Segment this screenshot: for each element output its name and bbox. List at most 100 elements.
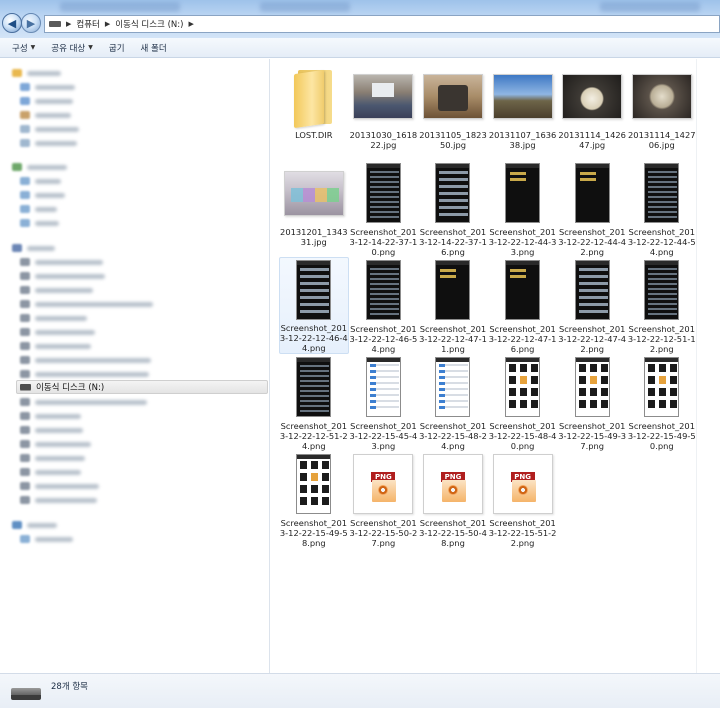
photo-thumbnail-icon [422,73,483,119]
file-item[interactable]: Screenshot_2013-12-22-12-44-54.png [627,160,697,257]
folder-icon [20,83,30,91]
photo-thumbnail-icon [562,73,623,119]
nav-item[interactable] [20,533,73,545]
nav-item[interactable] [20,424,83,436]
file-item[interactable]: Screenshot_2013-12-22-12-51-12.png [627,257,697,354]
breadcrumb-removable-disk[interactable]: 이동식 디스크 (N:) [115,18,183,30]
back-button[interactable]: ◀ [2,13,22,33]
screenshot-thumbnail-icon [365,260,401,320]
file-name: Screenshot_2013-12-22-12-51-12.png [627,324,696,354]
breadcrumb-computer[interactable]: 컴퓨터 [76,18,99,30]
file-list-pane[interactable]: LOST.DIR 20131030_161822.jpg 20131105_1823… [271,59,696,673]
nav-item[interactable] [20,480,99,492]
file-item[interactable]: Screenshot_2013-12-22-12-44-42.png [557,160,627,257]
file-item[interactable]: Screenshot_2013-12-22-12-46-44.png [279,257,349,354]
drive-icon [20,286,30,294]
file-item[interactable]: Screenshot_2013-12-22-15-45-43.png [349,354,419,451]
nav-item[interactable] [20,175,61,187]
file-item[interactable]: PNG Screenshot_2013-12-22-15-50-27.png [349,451,419,548]
file-name: Screenshot_2013-12-14-22-37-10.png [349,227,418,257]
nav-item-removable-disk[interactable]: 이동식 디스크 (N:) [16,380,268,394]
nav-item[interactable] [12,519,57,531]
organize-menu[interactable]: 구성 ▼ [12,42,35,54]
file-thumbnail [631,162,693,224]
nav-item[interactable] [20,326,95,338]
file-item[interactable]: 20131114_142706.jpg [627,63,697,160]
nav-item[interactable] [20,81,75,93]
nav-item[interactable] [20,494,97,506]
nav-item[interactable] [12,161,67,173]
nav-item[interactable] [20,410,81,422]
file-name: 20131030_161822.jpg [349,130,418,150]
address-bar[interactable]: ▶ 컴퓨터 ▶ 이동식 디스크 (N:) ▶ [44,15,720,33]
nav-item[interactable] [20,284,93,296]
file-item[interactable]: Screenshot_2013-12-22-15-49-50.png [627,354,697,451]
screenshot-thumbnail-icon [505,260,541,320]
nav-item[interactable] [20,396,147,408]
nav-item[interactable] [20,95,73,107]
nav-item[interactable] [20,270,105,282]
file-item[interactable]: Screenshot_2013-12-22-12-44-33.png [488,160,558,257]
file-item[interactable]: Screenshot_2013-12-22-15-48-24.png [418,354,488,451]
nav-item[interactable] [20,123,79,135]
nav-item[interactable] [20,203,57,215]
file-item[interactable]: Screenshot_2013-12-22-12-47-42.png [557,257,627,354]
nav-item[interactable] [20,217,59,229]
drive-icon [20,454,30,462]
file-item[interactable]: Screenshot_2013-12-14-22-37-16.png [418,160,488,257]
breadcrumb-arrow-icon[interactable]: ▶ [105,20,110,28]
arrow-right-icon: ▶ [26,16,36,30]
nav-item[interactable] [20,368,149,380]
nav-item[interactable] [20,452,85,464]
file-item[interactable]: PNG Screenshot_2013-12-22-15-51-22.png [488,451,558,548]
breadcrumb-arrow-icon[interactable]: ▶ [188,20,193,28]
forward-button[interactable]: ▶ [21,13,41,33]
file-item[interactable]: 20131030_161822.jpg [349,63,419,160]
file-item[interactable]: Screenshot_2013-12-22-15-49-58.png [279,451,349,548]
nav-item[interactable] [20,466,81,478]
breadcrumb-arrow-icon[interactable]: ▶ [66,20,71,28]
nav-item[interactable] [20,340,91,352]
nav-item[interactable] [20,298,153,310]
nav-item[interactable] [12,242,55,254]
folder-icon [20,219,30,227]
file-item[interactable]: Screenshot_2013-12-22-12-46-54.png [349,257,419,354]
file-item[interactable]: 20131105_182350.jpg [418,63,488,160]
file-item[interactable]: 20131114_142647.jpg [557,63,627,160]
nav-item[interactable] [12,67,61,79]
command-toolbar: 구성 ▼ 공유 대상 ▼ 굽기 새 폴더 [0,38,720,58]
file-thumbnail [631,356,693,418]
file-name: Screenshot_2013-12-22-12-51-24.png [279,421,348,451]
file-item[interactable]: Screenshot_2013-12-22-15-48-40.png [488,354,558,451]
nav-item[interactable] [20,438,91,450]
file-item[interactable]: Screenshot_2013-12-22-12-47-16.png [488,257,558,354]
file-thumbnail [492,65,554,127]
file-item[interactable]: Screenshot_2013-12-22-12-51-24.png [279,354,349,451]
file-item[interactable]: LOST.DIR [279,63,349,160]
share-menu[interactable]: 공유 대상 ▼ [51,42,93,54]
nav-item[interactable] [20,189,65,201]
file-item[interactable]: Screenshot_2013-12-22-12-47-11.png [418,257,488,354]
screenshot-thumbnail-icon [365,163,401,223]
file-item[interactable]: 20131107_163638.jpg [488,63,558,160]
file-item[interactable]: 20131201_134331.jpg [279,160,349,257]
file-name: Screenshot_2013-12-22-12-44-33.png [488,227,557,257]
file-thumbnail: PNG [492,453,554,515]
file-grid: LOST.DIR 20131030_161822.jpg 20131105_1823… [279,63,697,548]
new-folder-button[interactable]: 새 폴더 [141,42,167,54]
nav-item[interactable] [20,354,151,366]
file-name: Screenshot_2013-12-22-12-44-42.png [558,227,627,257]
file-name: 20131105_182350.jpg [419,130,487,150]
nav-item[interactable] [20,312,87,324]
nav-item[interactable] [20,137,77,149]
file-item[interactable]: Screenshot_2013-12-14-22-37-10.png [349,160,419,257]
file-item[interactable]: Screenshot_2013-12-22-15-49-37.png [557,354,627,451]
nav-item[interactable] [20,256,103,268]
burn-button[interactable]: 굽기 [109,42,125,54]
photo-thumbnail-icon [492,73,553,119]
screenshot-thumbnail-icon [644,260,680,320]
nav-item[interactable] [20,109,71,121]
file-item[interactable]: PNG Screenshot_2013-12-22-15-50-48.png [418,451,488,548]
vertical-scrollbar[interactable] [696,59,720,673]
file-thumbnail [283,453,345,515]
